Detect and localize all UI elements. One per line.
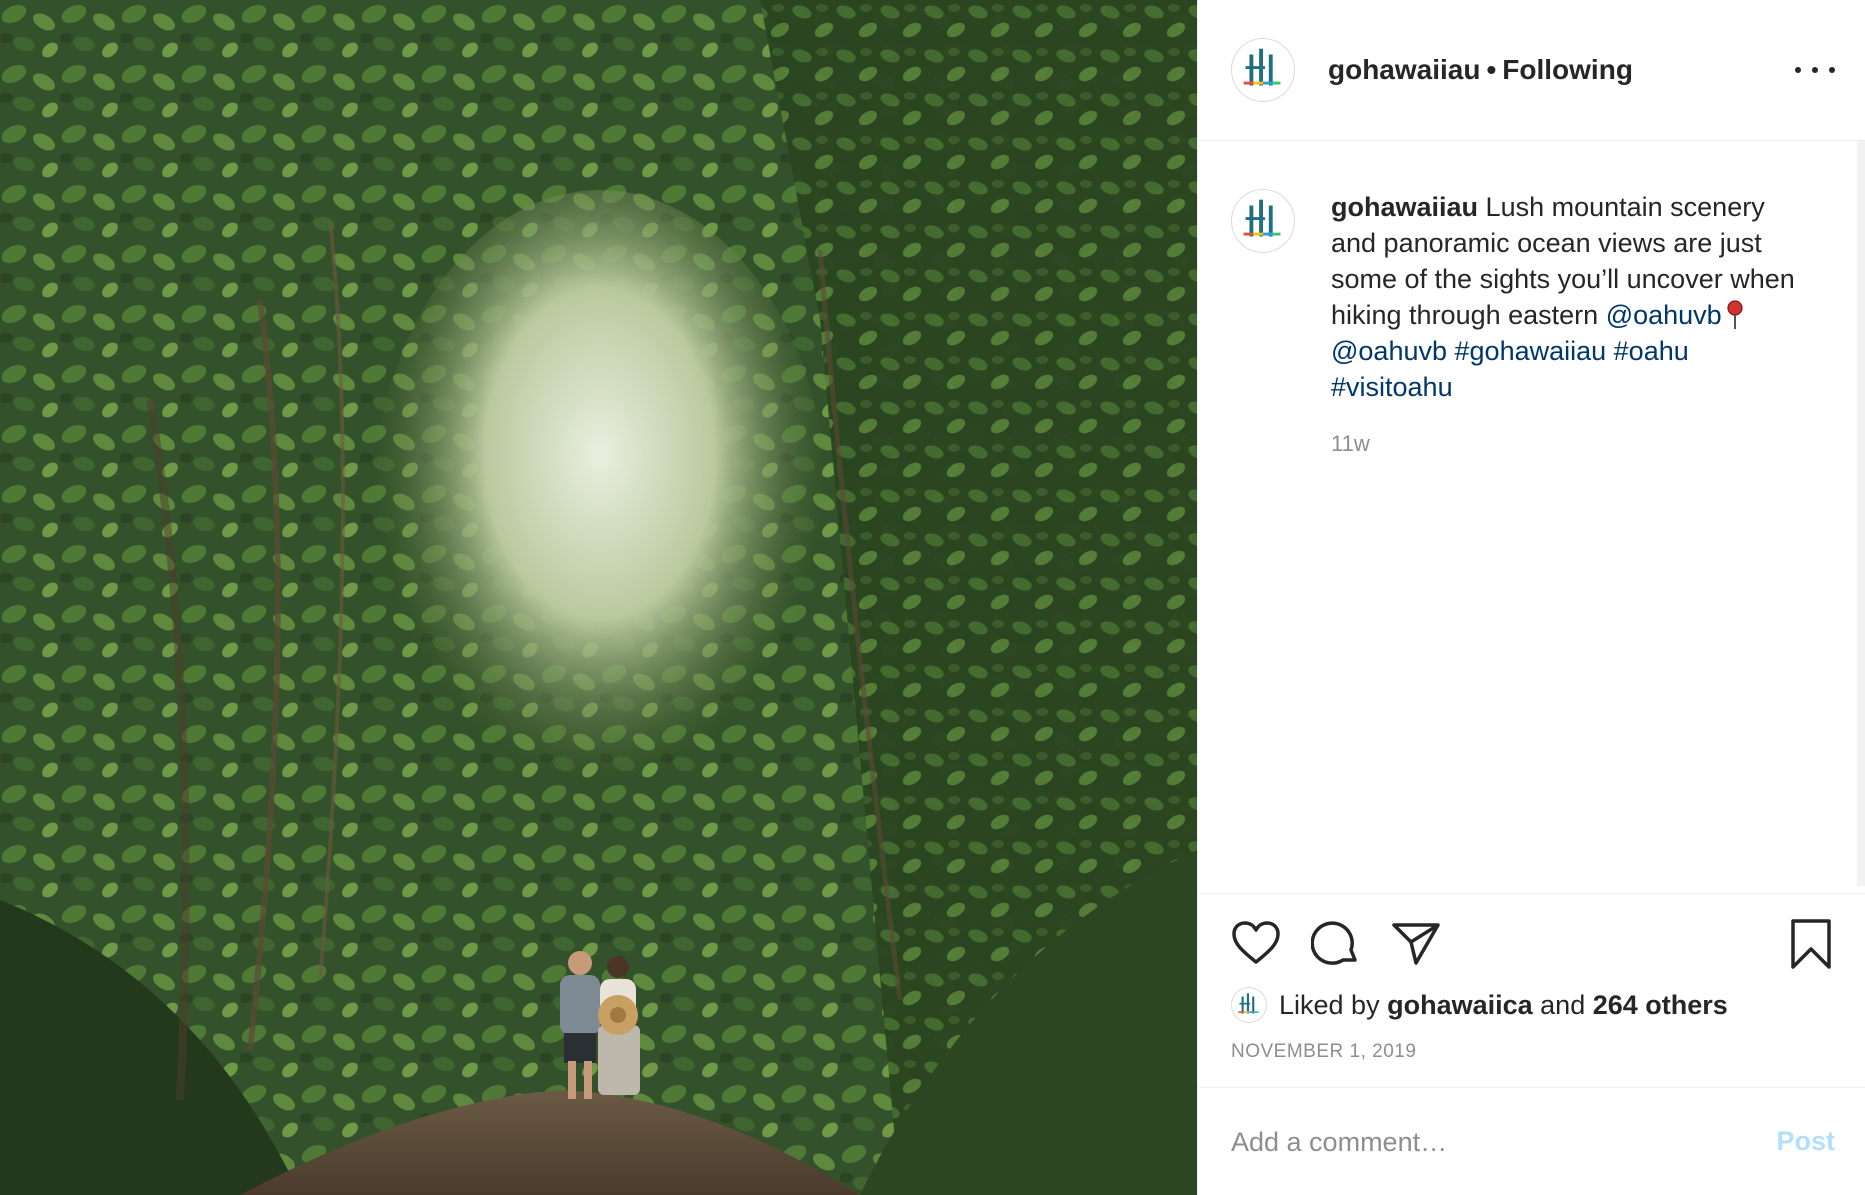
caption-text: gohawaiiau Lush mountain scenery and pan… [1331,189,1801,405]
hashtag-link[interactable]: #visitoahu [1331,372,1453,402]
liker-avatar[interactable] [1231,987,1267,1023]
relative-timestamp: 11w [1331,431,1370,456]
comment-box: Post [1198,1087,1865,1195]
comment-input[interactable] [1231,1118,1711,1166]
hashtag-link[interactable]: #oahu [1614,336,1689,366]
likes-and: and [1540,989,1586,1020]
username-link[interactable]: gohawaiiau [1328,54,1480,85]
likes-others-link[interactable]: 264 others [1593,990,1728,1021]
header-username-row: gohawaiiau • Following [1328,52,1633,88]
heart-icon[interactable] [1231,920,1281,966]
hawaii-logo-icon [1238,993,1259,1014]
mention-link[interactable]: @oahuvb [1331,336,1447,366]
following-button[interactable]: Following [1502,54,1633,85]
hawaii-logo-icon [1243,48,1281,86]
post-photo[interactable] [0,0,1197,1195]
post-button[interactable]: Post [1776,1126,1835,1157]
liked-by-label: Liked by [1279,989,1380,1020]
action-bar: Liked by gohawaiica and 264 others NOVEM… [1198,893,1865,1087]
paper-plane-icon[interactable] [1391,920,1441,966]
round-pushpin-icon [1727,300,1743,329]
bookmark-icon[interactable] [1789,918,1833,970]
post-details-panel: gohawaiiau • Following gohawaiiau Lush mou… [1197,0,1865,1195]
scrollbar[interactable] [1857,141,1865,886]
caption-username[interactable]: gohawaiiau [1331,192,1478,222]
post-header: gohawaiiau • Following [1198,0,1865,141]
comment-icon[interactable] [1311,920,1361,968]
hawaii-logo-icon [1243,199,1281,237]
likes-summary: Liked by gohawaiica and 264 others [1231,984,1728,1026]
separator-dot: • [1486,54,1497,85]
caption-area: gohawaiiau Lush mountain scenery and pan… [1198,141,1865,893]
mention-link[interactable]: @oahuvb [1606,300,1722,330]
forest-trail-image [0,0,1197,1195]
avatar[interactable] [1231,38,1295,102]
post-date: NOVEMBER 1, 2019 [1231,1041,1417,1062]
more-options-icon[interactable] [1795,54,1835,86]
caption-avatar[interactable] [1231,189,1295,253]
liker-username[interactable]: gohawaiica [1387,990,1533,1021]
hashtag-link[interactable]: #gohawaiiau [1455,336,1607,366]
